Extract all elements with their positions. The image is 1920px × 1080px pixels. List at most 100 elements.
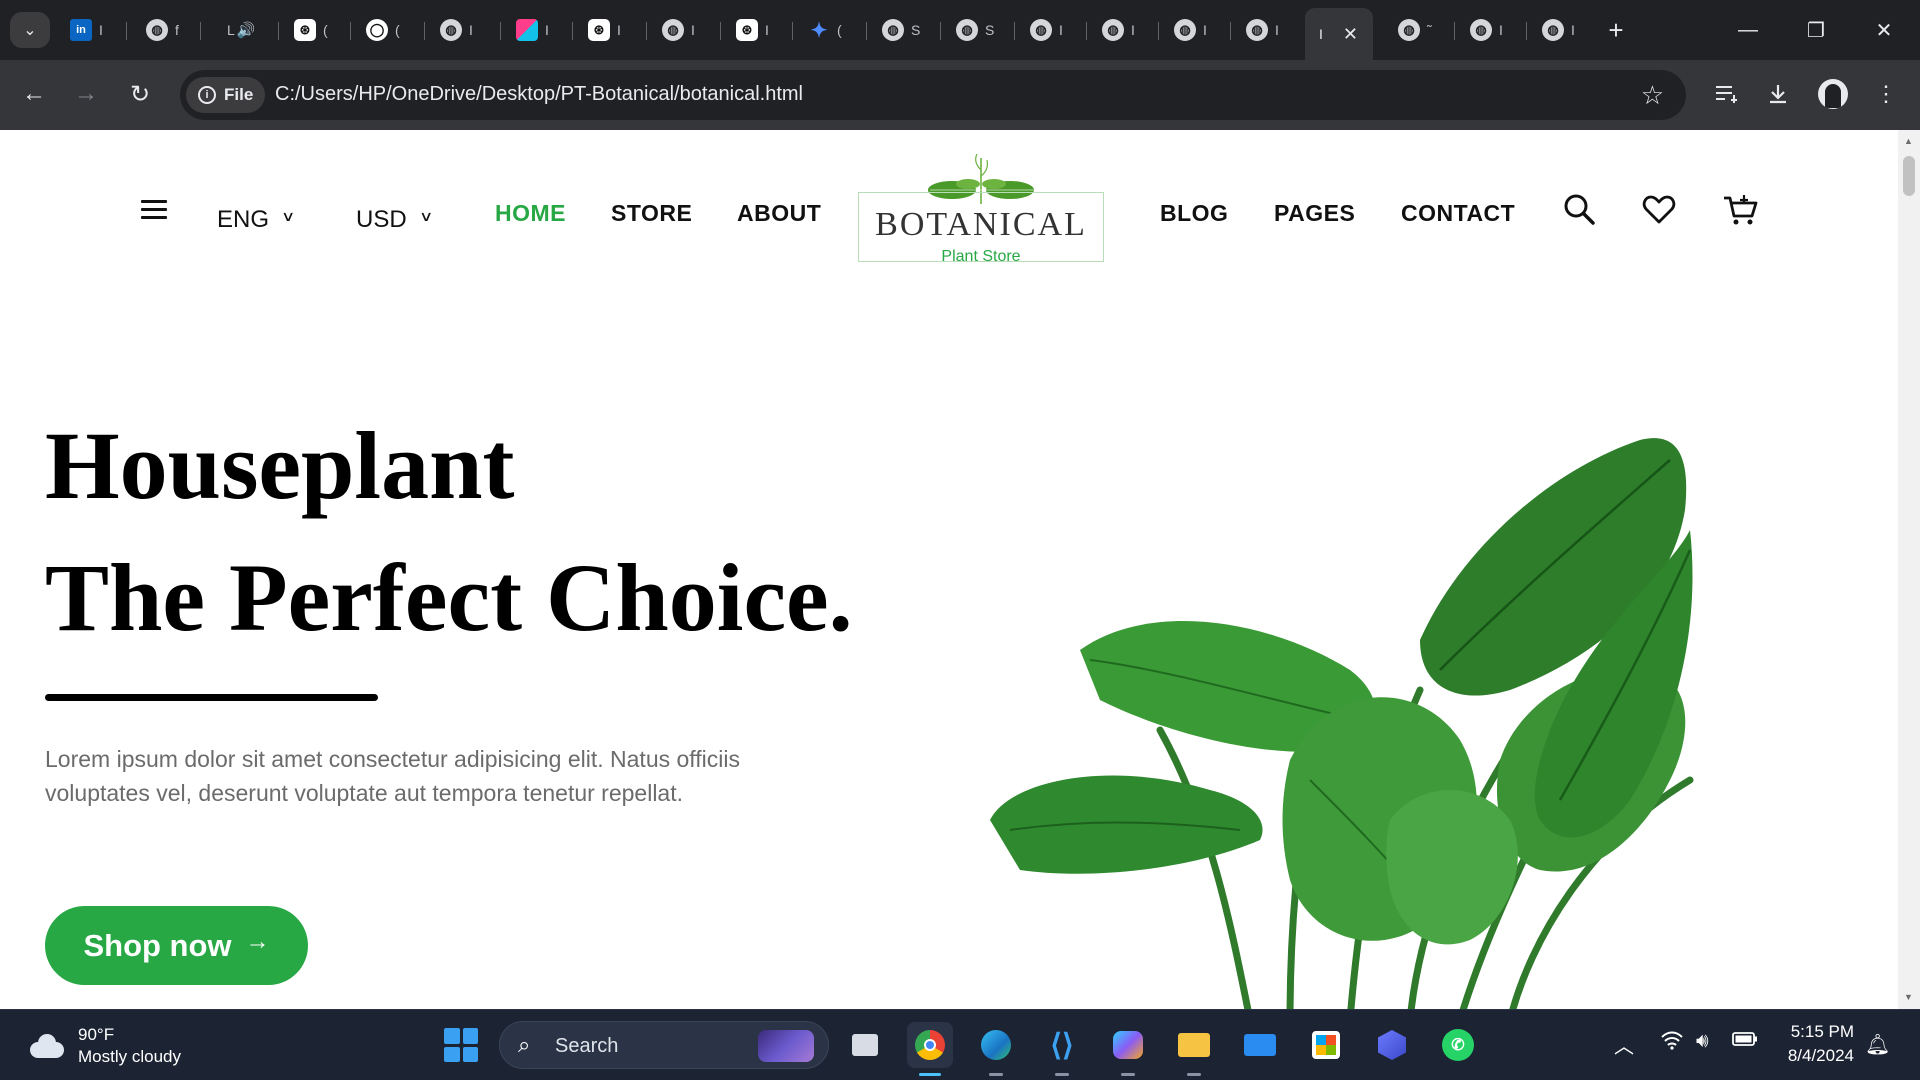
back-button[interactable]: ← xyxy=(14,74,54,114)
cloud-icon xyxy=(26,1032,66,1060)
minimize-button[interactable]: — xyxy=(1714,0,1782,60)
tab-github[interactable]: ◯( xyxy=(356,14,400,46)
cart-icon[interactable] xyxy=(1722,192,1758,228)
download-icon[interactable] xyxy=(1758,74,1798,114)
shop-now-button[interactable]: Shop now → xyxy=(45,906,308,985)
github-icon: ◯ xyxy=(366,19,388,41)
nav-about[interactable]: ABOUT xyxy=(737,200,821,227)
tab-chatgpt[interactable]: ⊛( xyxy=(284,14,328,46)
tab-close-icon[interactable]: ✕ xyxy=(1343,24,1358,45)
tab-globe[interactable]: ◍ I xyxy=(1236,14,1279,46)
chevron-down-icon: ∨ xyxy=(418,207,433,224)
site-info-chip[interactable]: i File xyxy=(186,77,266,113)
profile-avatar[interactable] xyxy=(1818,79,1848,109)
explorer-icon[interactable] xyxy=(1171,1022,1217,1076)
tab-globe[interactable]: ◍ I xyxy=(1460,14,1503,46)
restore-button[interactable]: ❐ xyxy=(1782,0,1850,60)
cube-icon xyxy=(516,19,538,41)
globe-icon: ◍ xyxy=(1030,19,1052,41)
battery-icon[interactable] xyxy=(1732,1030,1758,1053)
tab-globe[interactable]: ◍ I xyxy=(1164,14,1207,46)
mail-icon[interactable] xyxy=(1237,1022,1283,1068)
bookmark-star-icon[interactable]: ☆ xyxy=(1641,80,1664,111)
close-window-button[interactable]: ✕ xyxy=(1850,0,1918,60)
heart-icon[interactable] xyxy=(1641,192,1677,228)
active-indicator xyxy=(919,1073,941,1076)
tab-separator xyxy=(1158,22,1159,40)
tab-active[interactable]: I ✕ xyxy=(1305,8,1373,60)
globe-icon: ◍ xyxy=(1542,19,1564,41)
tab-globe[interactable]: ◍ I xyxy=(652,14,695,46)
hamburger-menu-icon[interactable] xyxy=(141,200,167,220)
nav-contact[interactable]: CONTACT xyxy=(1401,200,1515,227)
tab-globe[interactable]: ◍ I xyxy=(430,14,473,46)
weather-widget[interactable]: 90°F Mostly cloudy xyxy=(26,1024,181,1068)
notification-bell-icon[interactable]: 🔔︎ xyxy=(1865,1032,1890,1057)
edge-icon[interactable] xyxy=(973,1022,1019,1076)
hero-divider xyxy=(45,694,378,701)
more-menu-icon[interactable]: ⋮ xyxy=(1866,74,1906,114)
hero-title-line1: Houseplant xyxy=(45,412,515,519)
windows-start-icon[interactable] xyxy=(444,1028,478,1062)
chatgpt-icon: ⊛ xyxy=(294,19,316,41)
hero-description: Lorem ipsum dolor sit amet consectetur a… xyxy=(45,746,740,806)
scrollbar-thumb[interactable] xyxy=(1903,156,1915,196)
reload-button[interactable]: ↻ xyxy=(120,74,160,114)
tab-separator xyxy=(1230,22,1231,40)
tab-globe[interactable]: ◍ I xyxy=(1092,14,1135,46)
wifi-icon[interactable] xyxy=(1660,1030,1684,1056)
site-info-label: File xyxy=(224,85,254,104)
tab-globe[interactable]: ◍ I xyxy=(1532,14,1575,46)
tab-chatgpt[interactable]: ⊛ I xyxy=(578,14,621,46)
whatsapp-icon[interactable]: ✆ xyxy=(1435,1022,1481,1068)
scroll-up-icon[interactable]: ▲ xyxy=(1904,136,1913,146)
nav-home[interactable]: HOME xyxy=(495,200,566,227)
tab-cube[interactable]: I xyxy=(506,14,549,46)
tab-linkedin[interactable]: in I xyxy=(60,14,103,46)
new-tab-button[interactable]: + xyxy=(1598,12,1634,48)
currency-dropdown[interactable]: USD ∨ xyxy=(356,206,433,234)
url-text[interactable]: C:/Users/HP/OneDrive/Desktop/PT-Botanica… xyxy=(275,83,803,106)
tab-separator xyxy=(646,22,647,40)
tab-audio[interactable]: L 🔊 xyxy=(210,14,257,46)
language-dropdown[interactable]: ENG ∨ xyxy=(217,206,295,234)
tab-search-button[interactable]: ⌄ xyxy=(10,12,50,48)
app-icon[interactable] xyxy=(1369,1022,1415,1068)
logo-tagline: Plant Store xyxy=(941,248,1021,265)
tab-globe[interactable]: ◍ f xyxy=(136,14,179,46)
system-clock[interactable]: 5:15 PM 8/4/2024 xyxy=(1782,1020,1854,1068)
copilot-icon[interactable] xyxy=(1105,1022,1151,1076)
hero-title-line2: The Perfect Choice. xyxy=(45,544,853,651)
scroll-down-icon[interactable]: ▼ xyxy=(1904,992,1913,1002)
taskbar-search[interactable]: ⌕ Search xyxy=(499,1021,829,1069)
tab-globe[interactable]: ◍ I xyxy=(1020,14,1063,46)
search-icon-svg xyxy=(1564,194,1595,225)
store-icon[interactable] xyxy=(1303,1022,1349,1068)
vscode-icon[interactable]: ⟨⟩ xyxy=(1039,1022,1085,1076)
volume-icon[interactable]: 🔊︎ xyxy=(1696,1030,1709,1053)
file-manager-icon[interactable] xyxy=(842,1022,888,1068)
site-logo[interactable]: BOTANICAL Plant Store xyxy=(858,150,1104,265)
nav-blog[interactable]: BLOG xyxy=(1160,200,1228,227)
tab-separator xyxy=(1454,22,1455,40)
chevron-up-icon[interactable]: ︿ xyxy=(1614,1030,1634,1059)
address-bar[interactable]: i File C:/Users/HP/OneDrive/Desktop/PT-B… xyxy=(180,70,1686,120)
forward-button[interactable]: → xyxy=(66,74,106,114)
nav-store[interactable]: STORE xyxy=(611,200,692,227)
page-scrollbar[interactable]: ▲ ▼ xyxy=(1898,130,1920,1009)
search-icon[interactable] xyxy=(1562,192,1598,228)
reading-list-icon[interactable] xyxy=(1706,74,1746,114)
nav-pages[interactable]: PAGES xyxy=(1274,200,1355,227)
running-indicator xyxy=(989,1073,1003,1076)
tab-globe[interactable]: ◍ ˜ xyxy=(1388,14,1432,46)
tab-gemini[interactable]: ✦( xyxy=(798,14,842,46)
chrome-icon[interactable] xyxy=(907,1022,953,1076)
tab-globe[interactable]: ◍ S xyxy=(872,14,920,46)
tab-separator xyxy=(126,22,127,40)
info-icon: i xyxy=(198,86,216,104)
search-icon: ⌕ xyxy=(518,1032,531,1057)
currency-value: USD xyxy=(356,206,407,233)
tab-globe[interactable]: ◍ S xyxy=(946,14,994,46)
running-indicator xyxy=(1187,1073,1201,1076)
tab-chatgpt[interactable]: ⊛ I xyxy=(726,14,769,46)
